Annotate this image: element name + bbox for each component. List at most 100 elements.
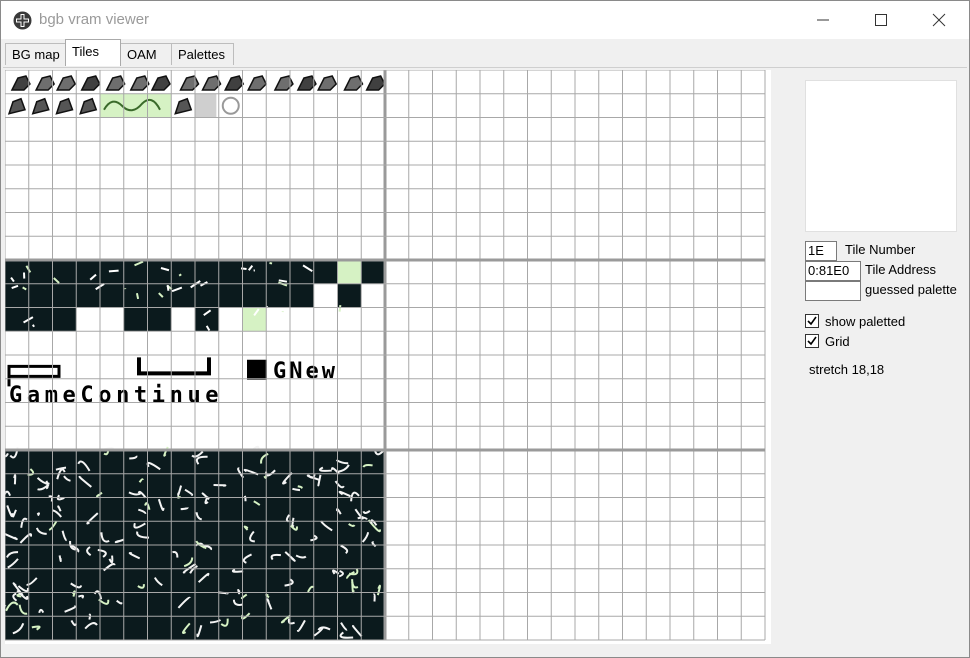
sprite-tile[interactable]: [105, 75, 126, 91]
dark-tile[interactable]: [5, 521, 29, 545]
dark-tile[interactable]: [52, 568, 77, 593]
tab-bg-map[interactable]: BG map: [5, 43, 67, 65]
dark-tile[interactable]: [171, 616, 195, 640]
tab-palettes[interactable]: Palettes: [171, 43, 234, 65]
maximize-button[interactable]: [853, 1, 911, 39]
sprite-tile[interactable]: [55, 97, 74, 115]
dark-tile[interactable]: [266, 545, 290, 569]
dark-tile[interactable]: [147, 616, 172, 640]
dark-tile[interactable]: [100, 473, 124, 498]
tile-number-field[interactable]: 1E: [805, 241, 837, 261]
dark-tile[interactable]: [218, 307, 243, 332]
dark-tile[interactable]: [171, 450, 195, 474]
title-bar[interactable]: bgb vram viewer: [1, 1, 969, 39]
dark-tile[interactable]: [28, 592, 53, 617]
dark-tile[interactable]: [76, 616, 100, 640]
close-button[interactable]: [911, 1, 969, 39]
sprite-tile[interactable]: [55, 75, 77, 91]
tile-grid[interactable]: GNew GameContinue: [5, 70, 771, 644]
dark-tile[interactable]: [195, 545, 219, 569]
dark-tile[interactable]: [195, 260, 219, 284]
dark-tile[interactable]: [52, 307, 77, 332]
dark-tile[interactable]: [337, 545, 362, 569]
dark-tile[interactable]: [5, 307, 29, 332]
dark-tile[interactable]: [313, 545, 338, 569]
sprite-tile[interactable]: [365, 75, 386, 91]
sprite-tile[interactable]: [34, 75, 56, 91]
dark-tile[interactable]: [337, 592, 362, 617]
dark-tile[interactable]: [218, 545, 243, 569]
dark-tile[interactable]: [266, 616, 290, 640]
dark-tile[interactable]: [313, 497, 338, 522]
dark-tile[interactable]: [76, 260, 100, 284]
dark-tile[interactable]: [218, 283, 243, 308]
minimize-button[interactable]: [795, 1, 853, 39]
dark-tile[interactable]: [28, 568, 53, 593]
dark-tile[interactable]: [28, 283, 53, 308]
dark-tile[interactable]: [76, 521, 100, 545]
dark-tile[interactable]: [242, 616, 267, 640]
dark-tile[interactable]: [123, 307, 148, 332]
dark-tile[interactable]: [28, 545, 53, 569]
tab-tiles[interactable]: Tiles: [65, 39, 121, 66]
dark-tile[interactable]: [290, 592, 314, 617]
dark-tile[interactable]: [290, 497, 314, 522]
dark-tile[interactable]: [218, 497, 243, 522]
guessed-palette-field[interactable]: [805, 281, 861, 301]
dark-tile[interactable]: [123, 497, 148, 522]
sprite-tile[interactable]: [80, 75, 101, 91]
tab-oam[interactable]: OAM: [120, 43, 172, 65]
dark-tile[interactable]: [100, 568, 124, 593]
sprite-tile[interactable]: [179, 75, 200, 91]
dark-tile[interactable]: [28, 260, 53, 284]
dark-tile[interactable]: [195, 283, 219, 308]
dark-tile[interactable]: [171, 521, 195, 545]
sprite-tile[interactable]: [246, 75, 268, 91]
sprite-tile[interactable]: [316, 75, 338, 91]
dark-tile[interactable]: [337, 260, 362, 284]
dark-tile[interactable]: [123, 283, 148, 308]
grey-tile[interactable]: [195, 93, 217, 118]
dark-tile[interactable]: [218, 521, 243, 545]
sprite-tile[interactable]: [174, 97, 193, 115]
dark-tile[interactable]: [123, 592, 148, 617]
dark-tile[interactable]: [361, 545, 385, 569]
dark-tile[interactable]: [123, 568, 148, 593]
dark-tile[interactable]: [76, 568, 100, 593]
dark-tile[interactable]: [123, 450, 148, 474]
dark-tile[interactable]: [147, 260, 172, 284]
highlight-tile[interactable]: [100, 93, 172, 118]
dark-tile[interactable]: [247, 359, 267, 380]
dark-tile[interactable]: [195, 521, 219, 545]
sprite-tile[interactable]: [150, 75, 171, 91]
dark-tile[interactable]: [5, 616, 29, 640]
dark-tile[interactable]: [76, 497, 100, 522]
dark-tile[interactable]: [242, 307, 267, 332]
dark-tile[interactable]: [290, 521, 314, 545]
sprite-tile[interactable]: [31, 97, 50, 115]
sprite-tile[interactable]: [201, 75, 222, 91]
sprite-tile[interactable]: [129, 75, 150, 91]
dark-tile[interactable]: [52, 497, 77, 522]
dark-tile[interactable]: [100, 450, 124, 474]
dark-tile[interactable]: [361, 616, 385, 640]
dark-tile[interactable]: [313, 260, 338, 284]
dark-tile[interactable]: [290, 283, 314, 308]
sprite-tile[interactable]: [343, 75, 364, 91]
tile-address-field[interactable]: 0:81E0: [805, 261, 861, 281]
sprite-tile[interactable]: [79, 97, 98, 115]
dark-tile[interactable]: [147, 307, 172, 332]
dark-tile[interactable]: [100, 592, 124, 617]
grid-label[interactable]: Grid: [825, 334, 850, 349]
dark-tile[interactable]: [266, 568, 290, 593]
dark-tile[interactable]: [147, 545, 172, 569]
dark-tile[interactable]: [171, 592, 195, 617]
dark-tile[interactable]: [5, 260, 29, 284]
dark-tile[interactable]: [147, 592, 172, 617]
dark-tile[interactable]: [100, 307, 124, 332]
dark-tile[interactable]: [147, 473, 172, 498]
dark-tile[interactable]: [290, 260, 314, 284]
dark-tile[interactable]: [337, 283, 362, 308]
dark-tile[interactable]: [266, 283, 290, 308]
dark-tile[interactable]: [147, 450, 172, 474]
